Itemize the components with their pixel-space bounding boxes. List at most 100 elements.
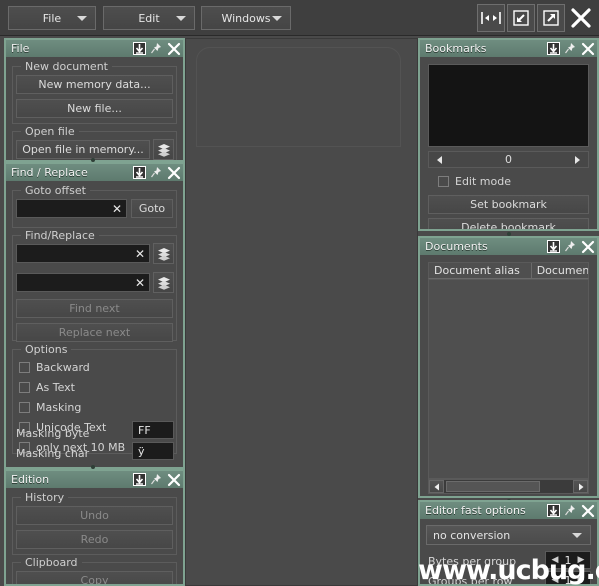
find-next-button[interactable]: Find next xyxy=(16,299,173,318)
groups-per-row-stepper[interactable]: ◀ 1 ▶ xyxy=(545,571,591,584)
panel-documents-titlebar[interactable]: Documents xyxy=(420,238,597,255)
clear-x-icon[interactable]: ✕ xyxy=(112,203,122,215)
checkbox-backward[interactable]: Backward xyxy=(19,361,90,374)
dock-down-glyph xyxy=(547,42,560,55)
close-icon[interactable] xyxy=(580,239,595,254)
arrow-left-icon[interactable] xyxy=(429,155,451,165)
conversion-select-value: no conversion xyxy=(433,528,511,542)
column-header-document-alias[interactable]: Document alias xyxy=(429,263,532,278)
panel-editor-fast-options-title: Editor fast options xyxy=(425,504,526,517)
arrow-right-glyph xyxy=(578,483,583,490)
panel-documents-body: Document alias Document t xyxy=(420,255,597,496)
close-icon[interactable] xyxy=(166,472,181,487)
pin-icon[interactable] xyxy=(149,472,164,487)
close-glyph xyxy=(571,8,591,28)
panel-bookmarks-titlebar[interactable]: Bookmarks xyxy=(420,40,597,57)
checkbox-backward-label: Backward xyxy=(36,361,90,374)
masking-char-field[interactable]: ÿ xyxy=(132,442,174,460)
pin-icon[interactable] xyxy=(563,41,578,56)
dock-down-icon[interactable] xyxy=(546,41,561,56)
bookmarks-list[interactable] xyxy=(428,64,589,147)
menu-edit[interactable]: Edit xyxy=(103,6,195,30)
panel-editor-fast-options-titlebar[interactable]: Editor fast options xyxy=(420,502,597,519)
open-file-in-memory-button[interactable]: Open file in memory... xyxy=(16,140,150,159)
arrow-left-icon[interactable] xyxy=(429,480,444,493)
pin-glyph xyxy=(151,43,161,54)
arrow-right-icon[interactable] xyxy=(573,480,588,493)
new-file-button[interactable]: New file... xyxy=(16,99,173,118)
copy-button[interactable]: Copy xyxy=(16,571,173,584)
arrow-right-icon[interactable]: ▶ xyxy=(576,555,586,565)
replace-next-button[interactable]: Replace next xyxy=(16,323,173,342)
checkbox-edit-mode[interactable]: Edit mode xyxy=(438,175,511,188)
redo-button[interactable]: Redo xyxy=(16,530,173,549)
close-glyph xyxy=(167,473,180,486)
masking-char-label: Masking char xyxy=(16,447,90,460)
panel-edition-titlebar[interactable]: Edition xyxy=(6,471,183,488)
pop-out-glyph xyxy=(543,10,559,26)
pin-icon[interactable] xyxy=(563,503,578,518)
dock-down-icon[interactable] xyxy=(132,41,147,56)
checkbox-box xyxy=(19,382,30,393)
dock-down-glyph xyxy=(133,42,146,55)
menu-windows[interactable]: Windows xyxy=(201,6,291,30)
pin-icon[interactable] xyxy=(149,165,164,180)
documents-horizontal-scrollbar[interactable] xyxy=(428,479,589,494)
scrollbar-thumb[interactable] xyxy=(446,481,540,492)
expand-horizontal-icon[interactable] xyxy=(477,4,505,32)
dock-down-icon[interactable] xyxy=(546,503,561,518)
dock-down-icon[interactable] xyxy=(132,165,147,180)
find-input[interactable]: ✕ xyxy=(16,244,150,263)
clear-x-icon[interactable]: ✕ xyxy=(135,277,145,289)
close-icon[interactable] xyxy=(580,503,595,518)
new-memory-data-button[interactable]: New memory data... xyxy=(16,75,173,94)
panel-editor-fast-options: Editor fast options no conversion Bytes … xyxy=(418,500,599,586)
arrow-left-icon[interactable]: ◀ xyxy=(550,575,560,584)
set-bookmark-button[interactable]: Set bookmark xyxy=(428,195,589,214)
arrow-right-icon[interactable]: ▶ xyxy=(576,575,586,584)
panel-find-replace-titlebar[interactable]: Find / Replace xyxy=(6,164,183,181)
close-icon[interactable] xyxy=(567,4,595,32)
arrow-right-icon[interactable] xyxy=(566,155,588,165)
restore-down-glyph xyxy=(513,10,529,26)
arrow-left-icon[interactable]: ◀ xyxy=(550,555,560,565)
dock-down-icon[interactable] xyxy=(132,472,147,487)
close-icon[interactable] xyxy=(580,41,595,56)
panel-documents: Documents Document alias Document xyxy=(418,236,599,498)
checkbox-as-text-label: As Text xyxy=(36,381,75,394)
documents-table-body[interactable] xyxy=(428,279,589,479)
checkbox-box xyxy=(19,402,30,413)
delete-bookmark-button[interactable]: Delete bookmark xyxy=(428,218,589,229)
close-glyph xyxy=(581,504,594,517)
bookmark-index-value: 0 xyxy=(505,153,512,166)
find-layers-icon[interactable] xyxy=(153,243,174,264)
close-icon[interactable] xyxy=(166,41,181,56)
pin-icon[interactable] xyxy=(563,239,578,254)
restore-down-icon[interactable] xyxy=(507,4,535,32)
column-header-document-type[interactable]: Document t xyxy=(532,263,588,278)
panel-file-body: New document New memory data... New file… xyxy=(6,57,183,160)
replace-layers-icon[interactable] xyxy=(153,272,174,293)
dock-down-icon[interactable] xyxy=(546,239,561,254)
pin-icon[interactable] xyxy=(149,41,164,56)
group-options-label: Options xyxy=(21,343,72,356)
undo-button[interactable]: Undo xyxy=(16,506,173,525)
chevron-down-icon xyxy=(176,16,186,21)
replace-input[interactable]: ✕ xyxy=(16,273,150,292)
clear-x-icon[interactable]: ✕ xyxy=(135,248,145,260)
checkbox-box xyxy=(438,176,449,187)
menu-file[interactable]: File xyxy=(8,6,96,30)
masking-byte-field[interactable]: FF xyxy=(132,421,174,439)
checkbox-as-text[interactable]: As Text xyxy=(19,381,75,394)
bytes-per-group-stepper[interactable]: ◀ 1 ▶ xyxy=(545,551,591,569)
panel-file-titlebar[interactable]: File xyxy=(6,40,183,57)
close-icon[interactable] xyxy=(166,165,181,180)
bytes-per-group-value: 1 xyxy=(564,553,572,567)
layers-icon[interactable] xyxy=(153,139,174,160)
checkbox-masking[interactable]: Masking xyxy=(19,401,81,414)
goto-button[interactable]: Goto xyxy=(131,199,173,218)
goto-offset-input[interactable]: ✕ xyxy=(16,199,127,218)
editor-canvas[interactable] xyxy=(185,38,418,586)
pop-out-icon[interactable] xyxy=(537,4,565,32)
conversion-select[interactable]: no conversion xyxy=(426,525,591,545)
